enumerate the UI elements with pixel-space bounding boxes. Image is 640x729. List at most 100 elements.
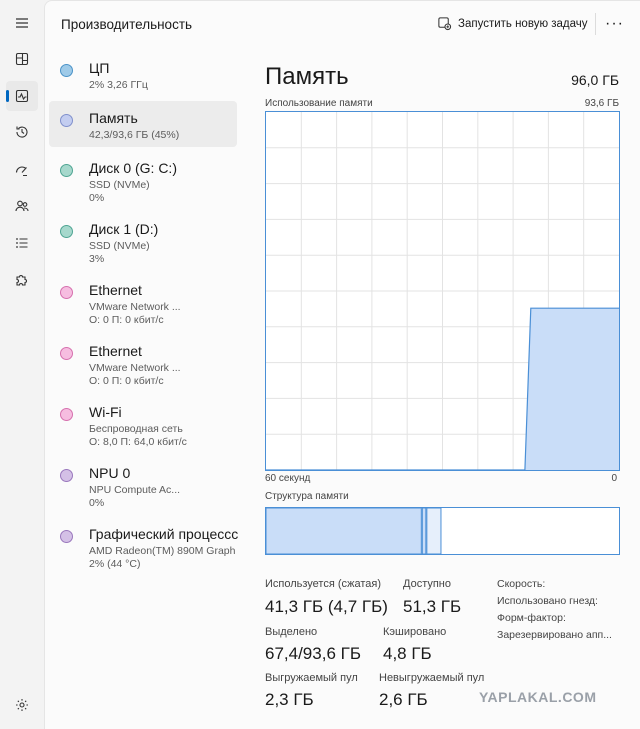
device-color-dot — [60, 530, 73, 543]
device-item[interactable]: Ethernet VMware Network ... О: 0 П: 0 кбит… — [49, 273, 237, 329]
axis-zero-label: 0 — [611, 473, 617, 484]
memory-composition-chart — [266, 508, 442, 554]
header-divider — [595, 13, 596, 35]
device-color-dot — [60, 286, 73, 299]
device-name: NPU 0 — [89, 465, 131, 481]
device-name: Ethernet — [89, 282, 142, 298]
device-name: Диск 1 (D:) — [89, 221, 159, 237]
device-subtitle: 42,3/93,6 ГБ (45%) — [89, 129, 180, 141]
nav-settings[interactable] — [6, 690, 38, 720]
cached-value: 4,8 ГБ — [383, 644, 432, 663]
performance-icon — [15, 89, 29, 103]
device-subtitle: VMware Network ... — [89, 362, 181, 374]
standby-segment — [426, 508, 442, 554]
device-stat: 2% (44 °C) — [89, 558, 141, 570]
nav-processes[interactable] — [6, 44, 38, 74]
form-factor-label: Форм-фактор: — [497, 612, 566, 624]
nav-performance[interactable] — [6, 81, 38, 111]
hardware-reserved-label: Зарезервировано апп... — [497, 629, 612, 641]
history-icon — [16, 126, 28, 138]
device-item[interactable]: NPU 0 NPU Compute Ac... 0% — [49, 456, 237, 512]
memory-usage-chart — [266, 112, 619, 470]
memory-composition-bar — [265, 507, 620, 555]
device-stat: О: 0 П: 0 кбит/с — [89, 314, 164, 326]
device-name: Wi-Fi — [89, 404, 122, 420]
menu-button[interactable] — [6, 8, 38, 38]
device-color-dot — [60, 408, 73, 421]
processes-icon — [15, 52, 29, 66]
device-name: Ethernet — [89, 343, 142, 359]
device-stat: 0% — [89, 497, 105, 509]
active-indicator — [6, 90, 9, 102]
available-label: Доступно — [403, 578, 452, 590]
list-icon — [16, 238, 28, 248]
device-stat: 0% — [89, 192, 105, 204]
device-item[interactable]: Wi-Fi Беспроводная сеть О: 8,0 П: 64,0 кби… — [49, 395, 237, 451]
device-item[interactable]: Диск 1 (D:) SSD (NVMe) 3% — [49, 212, 237, 268]
gear-icon — [16, 699, 28, 711]
nav-users[interactable] — [6, 191, 38, 221]
usage-label: Использование памяти — [265, 98, 373, 109]
memory-usage-graph — [265, 111, 620, 471]
nav-rail — [0, 0, 44, 728]
nonpaged-pool-value: 2,6 ГБ — [379, 690, 428, 709]
memory-total: 96,0 ГБ — [571, 72, 619, 88]
available-value: 51,3 ГБ — [403, 597, 462, 616]
in-use-value: 41,3 ГБ (4,7 ГБ) — [265, 597, 388, 616]
device-stat: 3% — [89, 253, 105, 265]
usage-max-label: 93,6 ГБ — [584, 98, 619, 109]
watermark: YAPLAKAL.COM — [479, 689, 597, 705]
committed-label: Выделено — [265, 626, 318, 638]
device-item[interactable]: Память 42,3/93,6 ГБ (45%) — [49, 101, 237, 147]
speedometer-icon — [15, 166, 27, 177]
detail-title: Память — [265, 63, 349, 90]
device-color-dot — [60, 469, 73, 482]
modified-segment — [421, 508, 427, 554]
device-item[interactable]: Диск 0 (G: C:) SSD (NVMe) 0% — [49, 151, 237, 207]
new-task-icon — [438, 17, 452, 31]
content-panel: Производительность Запустить новую задач… — [44, 0, 640, 729]
device-name: Графический процессс — [89, 526, 239, 542]
committed-value: 67,4/93,6 ГБ — [265, 644, 361, 663]
nonpaged-pool-label: Невыгружаемый пул — [379, 672, 485, 684]
nav-services[interactable] — [6, 265, 38, 295]
device-name: ЦП — [89, 60, 110, 76]
paged-pool-value: 2,3 ГБ — [265, 690, 314, 709]
device-stat: О: 8,0 П: 64,0 кбит/с — [89, 436, 187, 448]
users-icon — [15, 200, 29, 212]
device-subtitle: SSD (NVMe) — [89, 179, 150, 191]
device-subtitle: NPU Compute Ac... — [89, 484, 181, 496]
device-item[interactable]: Графический процессс AMD Radeon(TM) 890M … — [49, 517, 239, 573]
device-name: Диск 0 (G: C:) — [89, 160, 177, 176]
device-subtitle: VMware Network ... — [89, 301, 181, 313]
device-color-dot — [60, 114, 73, 127]
in-use-segment — [266, 508, 422, 554]
cached-label: Кэшировано — [383, 626, 447, 638]
run-new-task-button[interactable]: Запустить новую задачу — [437, 16, 588, 31]
device-stat: О: 0 П: 0 кбит/с — [89, 375, 164, 387]
more-options-button[interactable]: ··· — [605, 15, 624, 33]
device-subtitle: 2% 3,26 ГГц — [89, 79, 148, 91]
hamburger-icon — [16, 18, 28, 28]
in-use-label: Используется (сжатая) — [265, 578, 382, 590]
speed-label: Скорость: — [497, 578, 546, 590]
nav-details[interactable] — [6, 228, 38, 258]
device-item[interactable]: ЦП 2% 3,26 ГГц — [49, 51, 237, 97]
device-color-dot — [60, 64, 73, 77]
run-new-task-label: Запустить новую задачу — [458, 17, 588, 30]
page-title: Производительность — [61, 17, 193, 32]
nav-startup[interactable] — [6, 155, 38, 185]
slots-used-label: Использовано гнезд: — [497, 595, 598, 607]
structure-label: Структура памяти — [265, 491, 349, 502]
device-subtitle: Беспроводная сеть — [89, 423, 183, 435]
device-color-dot — [60, 164, 73, 177]
device-item[interactable]: Ethernet VMware Network ... О: 0 П: 0 кбит… — [49, 334, 237, 390]
puzzle-icon — [16, 275, 27, 286]
axis-time-label: 60 секунд — [265, 473, 311, 484]
device-name: Память — [89, 110, 138, 126]
device-subtitle: SSD (NVMe) — [89, 240, 150, 252]
nav-app-history[interactable] — [6, 117, 38, 147]
device-color-dot — [60, 347, 73, 360]
device-color-dot — [60, 225, 73, 238]
paged-pool-label: Выгружаемый пул — [265, 672, 358, 684]
